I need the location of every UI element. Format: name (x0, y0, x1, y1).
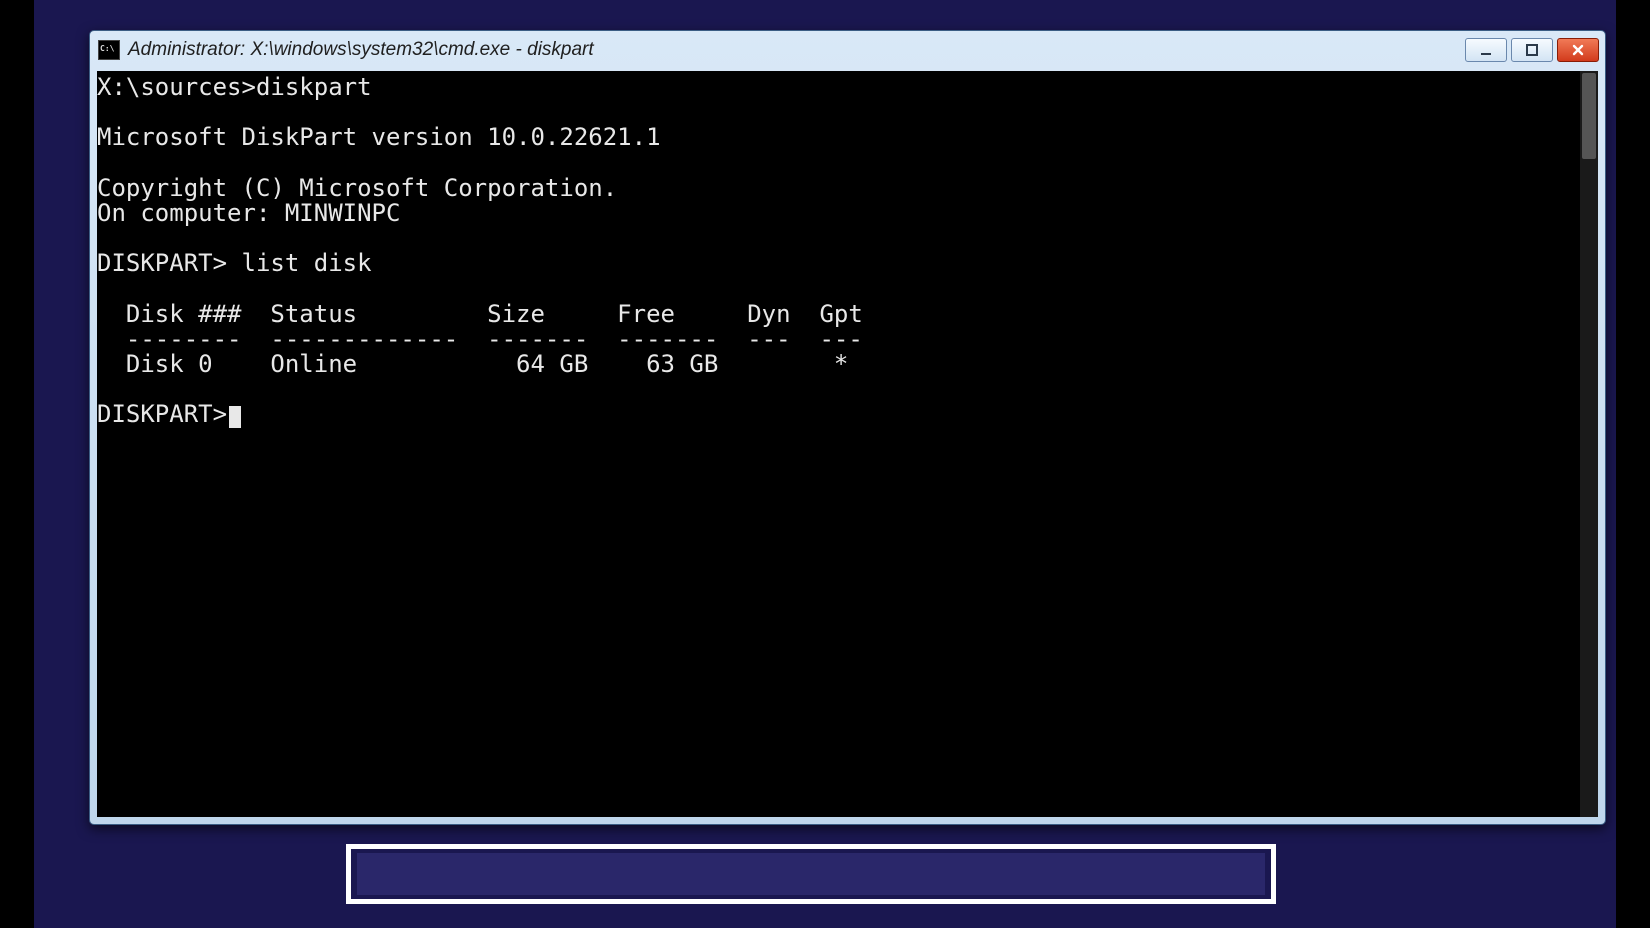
maximize-button[interactable] (1511, 38, 1553, 62)
background-window-fragment (346, 844, 1276, 904)
console-line: DISKPART> list disk (97, 249, 372, 277)
disk-table-row: Disk 0 Online 64 GB 63 GB * (97, 350, 848, 378)
minimize-button[interactable] (1465, 38, 1507, 62)
console-line: On computer: MINWINPC (97, 199, 400, 227)
console-output[interactable]: X:\sources>diskpart Microsoft DiskPart v… (97, 71, 1580, 817)
console-prompt: DISKPART> (97, 400, 227, 428)
console-line: Copyright (C) Microsoft Corporation. (97, 174, 617, 202)
disk-table-rule: -------- ------------- ------- ------- -… (97, 325, 863, 353)
disk-table-header: Disk ### Status Size Free Dyn Gpt (97, 300, 863, 328)
window-title: Administrator: X:\windows\system32\cmd.e… (126, 39, 1465, 61)
window-controls (1465, 38, 1599, 62)
console-client-area: X:\sources>diskpart Microsoft DiskPart v… (97, 71, 1598, 817)
cmd-icon (98, 40, 120, 60)
close-button[interactable] (1557, 38, 1599, 62)
desktop-background: Administrator: X:\windows\system32\cmd.e… (34, 0, 1616, 928)
scrollbar-thumb[interactable] (1582, 73, 1596, 159)
vertical-scrollbar[interactable] (1580, 71, 1598, 817)
cmd-window: Administrator: X:\windows\system32\cmd.e… (89, 30, 1606, 825)
titlebar[interactable]: Administrator: X:\windows\system32\cmd.e… (90, 31, 1605, 69)
background-window-inner (357, 853, 1265, 895)
console-line: Microsoft DiskPart version 10.0.22621.1 (97, 123, 661, 151)
console-line: X:\sources>diskpart (97, 73, 372, 101)
text-cursor (229, 406, 241, 428)
